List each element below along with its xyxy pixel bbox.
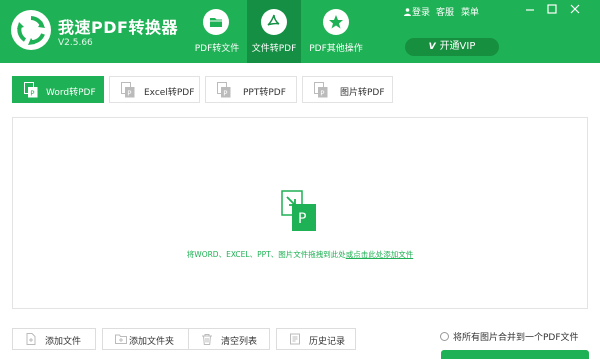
menu-link[interactable]: 菜单: [461, 5, 479, 18]
recycle-logo-icon: [17, 16, 45, 45]
tab-label: PDF转文件: [194, 44, 240, 54]
add-folder-button[interactable]: 添加文件夹: [102, 328, 190, 350]
open-vip-button[interactable]: V 开通VIP: [405, 38, 499, 56]
close-icon[interactable]: [568, 2, 582, 16]
tab-pdf-to-file[interactable]: PDF转文件: [186, 0, 248, 63]
drop-icon-letter: P: [298, 211, 306, 227]
service-link[interactable]: 客服: [436, 5, 454, 18]
app-logo: [11, 10, 51, 50]
start-convert-button[interactable]: [441, 350, 589, 359]
drop-hint: 将WORD、EXCEL、PPT、图片文件拖拽到此处或点击此处添加文件: [13, 249, 587, 260]
subtab-word-to-pdf[interactable]: P Word转PDF: [12, 76, 104, 103]
drop-hint-text: 将WORD、EXCEL、PPT、图片文件拖拽到此处: [186, 250, 346, 259]
subtab-label: Excel转PDF: [144, 88, 195, 98]
subtab-ppt-to-pdf[interactable]: P PPT转PDF: [205, 76, 297, 103]
folder-icon: [203, 9, 229, 35]
trash-icon: [202, 334, 212, 345]
history-label: 历史记录: [309, 337, 346, 347]
clear-list-label: 清空列表: [221, 337, 258, 347]
svg-text:P: P: [223, 90, 227, 98]
star-icon: [323, 9, 349, 35]
subtab-image-to-pdf[interactable]: P 图片转PDF: [302, 76, 393, 103]
tab-file-to-pdf[interactable]: 文件转PDF: [247, 0, 301, 63]
tab-label: PDF其他操作: [309, 44, 363, 54]
add-folder-icon: [115, 334, 127, 344]
word-to-pdf-icon: P: [281, 190, 316, 231]
app-header: 我速PDF转换器 V2.5.66 PDF转文件 文件转PDF PDF其他操作 登…: [0, 0, 600, 63]
file-drop-area[interactable]: P 将WORD、EXCEL、PPT、图片文件拖拽到此处或点击此处添加文件: [12, 117, 588, 309]
clear-list-button[interactable]: 清空列表: [188, 328, 270, 350]
pdf-file-icon: [261, 9, 287, 35]
app-title: 我速PDF转换器: [58, 18, 178, 37]
login-label: 登录: [412, 8, 431, 18]
ppt-file-icon: P: [217, 82, 231, 98]
vip-icon: V: [428, 42, 436, 52]
login-link[interactable]: 登录: [404, 5, 430, 18]
excel-file-icon: P: [121, 82, 135, 98]
subtab-label: Word转PDF: [46, 88, 96, 98]
history-button[interactable]: 历史记录: [276, 328, 356, 350]
app-version: V2.5.66: [58, 38, 93, 48]
add-file-icon: [26, 333, 36, 345]
tab-pdf-other[interactable]: PDF其他操作: [305, 0, 367, 63]
merge-images-option[interactable]: 将所有图片合并到一个PDF文件: [440, 330, 579, 343]
merge-option-label: 将所有图片合并到一个PDF文件: [453, 333, 579, 343]
maximize-icon[interactable]: [545, 2, 559, 16]
minimize-icon[interactable]: [523, 2, 537, 16]
tab-label: 文件转PDF: [251, 44, 297, 54]
merge-radio[interactable]: [440, 332, 449, 341]
svg-text:P: P: [320, 90, 324, 98]
add-file-link[interactable]: 或点击此处添加文件: [346, 250, 414, 259]
subtab-excel-to-pdf[interactable]: P Excel转PDF: [109, 76, 200, 103]
user-icon: [404, 8, 411, 16]
add-file-button[interactable]: 添加文件: [12, 328, 96, 350]
svg-text:P: P: [127, 90, 131, 98]
subtab-label: PPT转PDF: [243, 88, 286, 98]
history-icon: [290, 333, 300, 345]
svg-text:P: P: [30, 90, 34, 98]
word-file-icon: P: [24, 82, 38, 98]
image-file-icon: P: [314, 82, 328, 98]
add-folder-label: 添加文件夹: [129, 337, 175, 347]
vip-label: 开通VIP: [439, 41, 476, 52]
add-file-label: 添加文件: [45, 337, 82, 347]
subtab-label: 图片转PDF: [340, 88, 385, 98]
